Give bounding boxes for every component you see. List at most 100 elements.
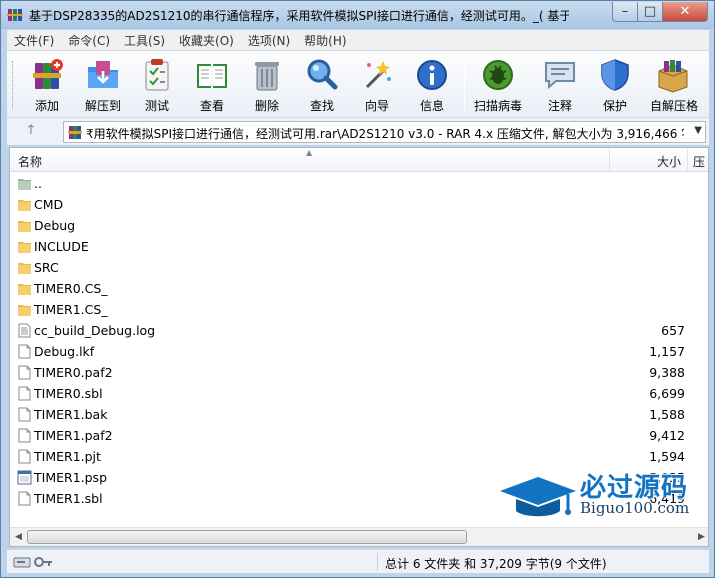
file-row[interactable]: cc_build_Debug.log 657 [10, 320, 708, 341]
file-size: 657 [661, 323, 685, 338]
virus-scan-button[interactable]: 扫描病毒 [470, 55, 526, 115]
graduation-cap-icon [500, 477, 576, 517]
file-name: TIMER1.pjt [34, 449, 101, 464]
wizard-label: 向导 [364, 99, 389, 113]
file-name: .. [34, 176, 42, 191]
file-row[interactable]: TIMER1.bak 1,588 [10, 404, 708, 425]
add-archive-icon [33, 59, 63, 89]
extract-to-button[interactable]: 解压到 [75, 55, 131, 115]
minimize-button[interactable]: – [612, 2, 638, 22]
file-icon [17, 491, 32, 506]
add-label: 添加 [34, 99, 59, 113]
title-bar[interactable]: 基于DSP28335的AD2S1210的串行通信程序，采用软件模拟SPI接口进行… [1, 1, 714, 29]
delete-button[interactable]: 删除 [239, 55, 295, 115]
chevron-down-icon[interactable]: ▼ [694, 125, 702, 136]
extract-to-icon [88, 61, 118, 88]
file-size: 9,388 [649, 365, 685, 380]
protect-button[interactable]: 保护 [587, 55, 643, 115]
scrollbar-thumb[interactable] [27, 530, 467, 544]
comment-button[interactable]: 注释 [532, 55, 588, 115]
column-header-size[interactable]: 大小 [610, 148, 688, 172]
menu-help[interactable]: 帮助(H) [297, 32, 353, 49]
file-icon [17, 386, 32, 401]
file-row[interactable]: Debug [10, 215, 708, 236]
status-separator [377, 553, 378, 571]
file-size: 1,594 [649, 449, 685, 464]
folder-icon [17, 260, 32, 275]
list-header: 名称 ▲ 大小 压 [10, 148, 708, 172]
file-row[interactable]: CMD [10, 194, 708, 215]
file-row[interactable]: TIMER0.CS_ [10, 278, 708, 299]
file-size: 9,412 [649, 428, 685, 443]
menu-options[interactable]: 选项(N) [241, 32, 297, 49]
file-row[interactable]: Debug.lkf 1,157 [10, 341, 708, 362]
sfx-button[interactable]: 自解压格 [641, 55, 707, 115]
add-button[interactable]: 添加 [19, 55, 75, 115]
app-file-icon [17, 470, 32, 485]
file-name: TIMER1.CS_ [34, 302, 108, 317]
view-button[interactable]: 查看 [184, 55, 240, 115]
column-header-packed[interactable]: 压 [689, 148, 708, 172]
scroll-right-arrow-icon[interactable]: ▶ [693, 528, 708, 546]
rar-archive-icon [68, 126, 82, 139]
horizontal-scrollbar[interactable]: ◀ ▶ [10, 527, 708, 546]
file-size: 1,157 [649, 344, 685, 359]
delete-label: 删除 [254, 99, 279, 113]
address-path: ₹用软件模拟SPI接口进行通信，经测试可用.rar\AD2S1210 v3.0 … [86, 127, 684, 141]
scroll-left-arrow-icon[interactable]: ◀ [10, 528, 27, 546]
watermark-logo: 必过源码 Biguo100.com [498, 467, 708, 527]
up-one-level-button[interactable]: ↑ [21, 123, 41, 141]
file-row[interactable]: TIMER0.sbl 6,699 [10, 383, 708, 404]
file-row[interactable]: TIMER1.pjt 1,594 [10, 446, 708, 467]
file-name: SRC [34, 260, 59, 275]
test-label: 测试 [144, 99, 169, 113]
text-file-icon [17, 323, 32, 338]
trash-icon [255, 62, 279, 91]
file-name: TIMER1.paf2 [34, 428, 113, 443]
parent-folder-icon [17, 176, 32, 191]
info-icon [417, 60, 447, 90]
column-name-label: 名称 [18, 155, 43, 169]
test-button[interactable]: 测试 [129, 55, 185, 115]
maximize-button[interactable]: □ [637, 2, 663, 22]
virus-scan-label: 扫描病毒 [473, 99, 522, 113]
protect-label: 保护 [602, 99, 627, 113]
file-row[interactable]: TIMER1.paf2 9,412 [10, 425, 708, 446]
watermark-url: Biguo100.com [580, 499, 690, 517]
address-bar: ↑ ₹用软件模拟SPI接口进行通信，经测试可用.rar\AD2S1210 v3.… [7, 117, 709, 145]
folder-icon [17, 302, 32, 317]
folder-icon [17, 218, 32, 233]
toolbar: 添加 解压到 测试 查看 删除 查找 向导 信息 扫描病毒 注释 保护 自解压格 [7, 50, 709, 117]
winrar-window: 基于DSP28335的AD2S1210的串行通信程序，采用软件模拟SPI接口进行… [0, 0, 715, 578]
file-icon [17, 407, 32, 422]
menu-file[interactable]: 文件(F) [7, 32, 61, 49]
find-button[interactable]: 查找 [294, 55, 350, 115]
winrar-app-icon[interactable] [7, 7, 23, 23]
status-bar: 总计 6 文件夹 和 37,209 字节(9 个文件) [7, 549, 709, 573]
toolbar-grip[interactable] [12, 61, 15, 109]
sfx-label: 自解压格 [649, 99, 698, 113]
file-name: cc_build_Debug.log [34, 323, 156, 338]
info-button[interactable]: 信息 [404, 55, 460, 115]
toolbar-separator [464, 59, 465, 111]
address-field[interactable]: ₹用软件模拟SPI接口进行通信，经测试可用.rar\AD2S1210 v3.0 … [63, 121, 706, 143]
file-name: Debug [34, 218, 76, 233]
file-row[interactable]: TIMER1.CS_ [10, 299, 708, 320]
wizard-button[interactable]: 向导 [349, 55, 405, 115]
file-row[interactable]: .. [10, 173, 708, 194]
file-name: TIMER1.psp [34, 470, 107, 485]
file-row[interactable]: INCLUDE [10, 236, 708, 257]
menu-tools[interactable]: 工具(S) [117, 32, 172, 49]
menu-commands[interactable]: 命令(C) [61, 32, 117, 49]
close-button[interactable]: ✕ [662, 2, 708, 22]
file-name: TIMER1.sbl [34, 491, 103, 506]
view-label: 查看 [199, 99, 224, 113]
menu-bar: 文件(F) 命令(C) 工具(S) 收藏夹(O) 选项(N) 帮助(H) [7, 30, 709, 50]
comment-label: 注释 [547, 99, 572, 113]
drive-key-icon[interactable] [13, 555, 53, 569]
file-row[interactable]: TIMER0.paf2 9,388 [10, 362, 708, 383]
file-row[interactable]: SRC [10, 257, 708, 278]
folder-icon [17, 197, 32, 212]
column-size-label: 大小 [656, 155, 681, 169]
menu-favorites[interactable]: 收藏夹(O) [172, 32, 241, 49]
